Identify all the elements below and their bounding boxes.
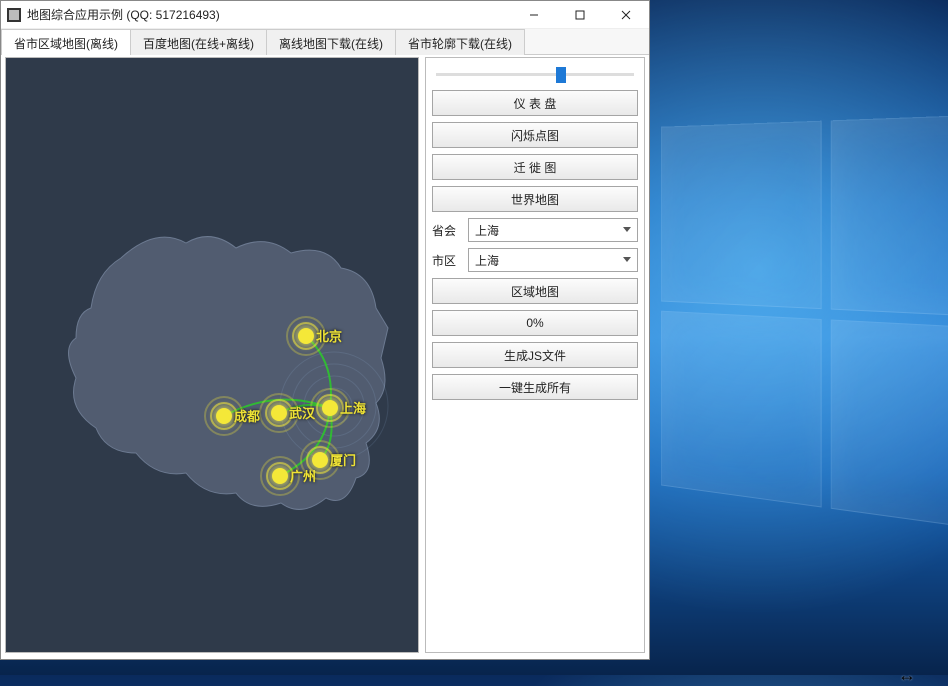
worldmap-button[interactable]: 世界地图: [432, 186, 638, 212]
map-node[interactable]: [298, 328, 314, 344]
chevron-down-icon: [623, 227, 631, 232]
city-select[interactable]: 上海: [468, 248, 638, 272]
map-node-label: 武汉: [289, 403, 315, 422]
tab-bar: 省市区域地图(离线) 百度地图(在线+离线) 离线地图下载(在线) 省市轮廓下载…: [1, 29, 649, 55]
map-node[interactable]: [271, 405, 287, 421]
province-select[interactable]: 上海: [468, 218, 638, 242]
chevron-down-icon: [623, 257, 631, 262]
map-node[interactable]: [312, 452, 328, 468]
map-panel[interactable]: 北京上海武汉成都广州厦门: [5, 57, 419, 653]
map-node[interactable]: [272, 468, 288, 484]
migration-button[interactable]: 迁 徙 图: [432, 154, 638, 180]
dashboard-button[interactable]: 仪 表 盘: [432, 90, 638, 116]
province-label: 省会: [432, 222, 462, 239]
city-label: 市区: [432, 252, 462, 269]
maximize-button[interactable]: [557, 1, 603, 29]
map-node[interactable]: [322, 400, 338, 416]
map-node-label: 成都: [234, 406, 260, 425]
tab-baidu[interactable]: 百度地图(在线+离线): [130, 29, 267, 55]
regionmap-button[interactable]: 区域地图: [432, 278, 638, 304]
desktop-windows-logo: [661, 112, 948, 572]
city-row: 市区 上海: [432, 248, 638, 272]
province-row: 省会 上海: [432, 218, 638, 242]
progress-button[interactable]: 0%: [432, 310, 638, 336]
genall-button[interactable]: 一键生成所有: [432, 374, 638, 400]
app-icon: [7, 8, 21, 22]
minimize-button[interactable]: [511, 1, 557, 29]
zoom-slider[interactable]: [432, 64, 638, 84]
map-node-label: 厦门: [330, 450, 356, 469]
genjs-button[interactable]: 生成JS文件: [432, 342, 638, 368]
title-bar[interactable]: 地图综合应用示例 (QQ: 517216493): [1, 1, 649, 29]
tab-province-offline[interactable]: 省市区域地图(离线): [1, 29, 131, 55]
china-map: [36, 218, 406, 518]
flashdot-button[interactable]: 闪烁点图: [432, 122, 638, 148]
map-node[interactable]: [216, 408, 232, 424]
map-node-label: 北京: [316, 326, 342, 345]
tab-download-outline[interactable]: 省市轮廓下载(在线): [395, 29, 525, 55]
content-area: 北京上海武汉成都广州厦门 仪 表 盘 闪烁点图 迁 徙 图 世界地图 省会 上海…: [5, 57, 645, 653]
window-title: 地图综合应用示例 (QQ: 517216493): [27, 6, 511, 23]
resize-handle-icon[interactable]: ↔: [898, 665, 918, 681]
side-panel: 仪 表 盘 闪烁点图 迁 徙 图 世界地图 省会 上海 市区 上海 区域地图 0…: [425, 57, 645, 653]
slider-thumb[interactable]: [556, 67, 566, 83]
app-window: 地图综合应用示例 (QQ: 517216493) 省市区域地图(离线) 百度地图…: [0, 0, 650, 660]
tab-download-offline[interactable]: 离线地图下载(在线): [266, 29, 396, 55]
map-node-label: 上海: [340, 398, 366, 417]
close-button[interactable]: [603, 1, 649, 29]
